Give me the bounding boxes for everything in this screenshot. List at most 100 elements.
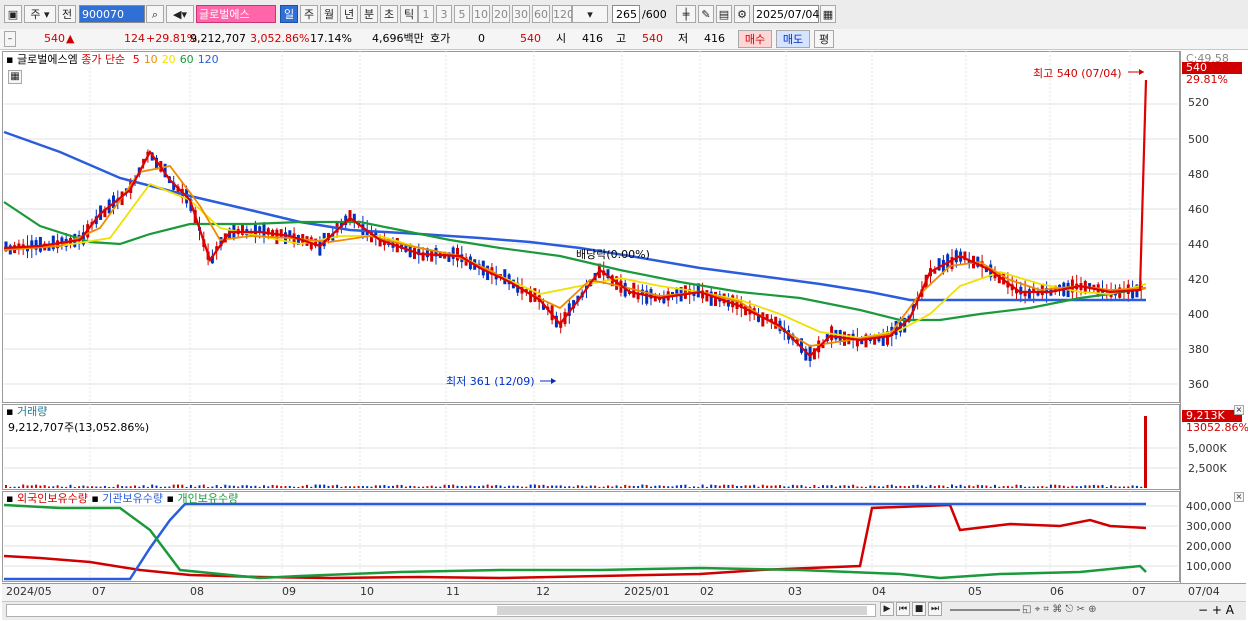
- price-tick: 480: [1188, 168, 1209, 181]
- volume-bar: [877, 486, 880, 488]
- volume-bar: [168, 486, 171, 488]
- volume-bar: [121, 486, 124, 488]
- volume-bar: [430, 485, 433, 488]
- volume-bar: [899, 485, 902, 488]
- volume-bar: [469, 485, 472, 488]
- volume-bar: [589, 485, 592, 488]
- volume-bar: [146, 486, 149, 488]
- volume-bar: [882, 486, 885, 488]
- volume-bar: [645, 484, 648, 488]
- volume-bar: [1015, 484, 1018, 488]
- price-tick: 420: [1188, 273, 1209, 286]
- horizontal-scrollbar[interactable]: [6, 604, 876, 617]
- volume-bar: [447, 485, 450, 488]
- volume-bar: [284, 486, 287, 488]
- volume-bar: [576, 485, 579, 488]
- volume-bar: [766, 485, 769, 488]
- volume-bar: [439, 486, 442, 488]
- volume-bar: [951, 484, 953, 488]
- stop-icon[interactable]: ■: [912, 602, 926, 616]
- ma120-line: [3, 130, 1146, 302]
- volume-bar: [1088, 485, 1091, 488]
- close-icon[interactable]: ×: [1234, 405, 1244, 415]
- volume-bar: [607, 485, 609, 488]
- volume-bar: [426, 486, 429, 488]
- volume-bar: [13, 486, 16, 488]
- panel-icon: ▪: [6, 405, 14, 418]
- volume-bar: [379, 485, 382, 488]
- x-axis-right-label: 07/04: [1188, 585, 1220, 598]
- volume-bar: [929, 484, 932, 488]
- panel-icon: ▪: [6, 53, 14, 66]
- volume-bar: [142, 485, 145, 488]
- volume-bar: [701, 484, 704, 488]
- volume-bar: [1118, 486, 1121, 488]
- volume-bar: [116, 484, 119, 488]
- volume-tick-2500k: 2,500K: [1188, 462, 1227, 475]
- chart-canvas: [3, 51, 1242, 582]
- volume-bar: [241, 485, 244, 488]
- volume-bar: [211, 486, 214, 488]
- volume-bar: [856, 486, 859, 488]
- volume-legend: ▪ 거래량: [6, 405, 47, 419]
- scrollbar-thumb[interactable]: [497, 606, 867, 615]
- volume-bar: [198, 485, 201, 488]
- volume-bar: [813, 484, 816, 488]
- volume-bar: [52, 486, 55, 488]
- last-icon[interactable]: ⏭: [928, 602, 942, 616]
- individual-holding-label: 개인보유수량: [177, 492, 239, 505]
- volume-bar: [400, 484, 403, 488]
- tool-icons[interactable]: ◱ ⌖ ⌗ ⌘ ⎋ ✂ ⊕: [1022, 604, 1096, 615]
- volume-bar: [959, 484, 962, 488]
- volume-bar: [736, 486, 738, 488]
- volume-bar: [86, 486, 89, 488]
- volume-bar: [658, 485, 661, 488]
- zoom-slider[interactable]: [950, 609, 1020, 611]
- volume-bar: [366, 486, 369, 488]
- first-icon[interactable]: ⏮: [896, 602, 910, 616]
- volume-bar: [1011, 486, 1014, 488]
- volume-bar: [1037, 486, 1039, 488]
- volume-bar: [684, 484, 687, 488]
- volume-bar: [185, 486, 188, 488]
- volume-bar: [422, 486, 425, 488]
- volume-bar: [946, 486, 949, 488]
- volume-bar: [585, 486, 588, 488]
- price-tick: 520: [1188, 96, 1209, 109]
- volume-bar: [159, 486, 162, 488]
- volume-bar: [409, 485, 412, 488]
- close-icon[interactable]: ×: [1234, 492, 1244, 502]
- volume-bar: [275, 485, 278, 488]
- volume-bar: [35, 484, 38, 488]
- volume-bar: [731, 484, 734, 488]
- volume-bar: [323, 484, 326, 488]
- volume-bar: [869, 485, 872, 488]
- price-tick: 380: [1188, 343, 1209, 356]
- volume-bar: [688, 486, 691, 488]
- volume-bar: [1002, 486, 1005, 488]
- volume-bar: [189, 484, 192, 488]
- volume-bar: [490, 485, 493, 488]
- volume-bar: [417, 486, 420, 488]
- volume-bar: [1032, 486, 1035, 488]
- volume-bar: [1097, 485, 1100, 488]
- volume-bar: [374, 485, 377, 488]
- volume-bar: [779, 485, 781, 488]
- volume-bar: [624, 484, 627, 488]
- volume-bar: [267, 486, 270, 488]
- volume-bar: [843, 485, 846, 488]
- volume-bar: [134, 485, 136, 488]
- volume-bar: [207, 486, 210, 488]
- volume-bar: [723, 484, 726, 488]
- volume-bar: [748, 485, 751, 488]
- volume-bar: [482, 485, 485, 488]
- panel-icon: ▪: [91, 492, 99, 505]
- scroll-right-icon[interactable]: ▶: [880, 602, 894, 616]
- grid-toggle-icon[interactable]: ▦: [8, 70, 22, 84]
- volume-bar: [727, 484, 730, 488]
- x-axis-label: 10: [360, 585, 374, 598]
- zoom-controls[interactable]: − + A: [1198, 603, 1234, 617]
- volume-bar: [172, 484, 175, 488]
- volume-bar: [443, 484, 446, 488]
- volume-bar: [972, 486, 975, 488]
